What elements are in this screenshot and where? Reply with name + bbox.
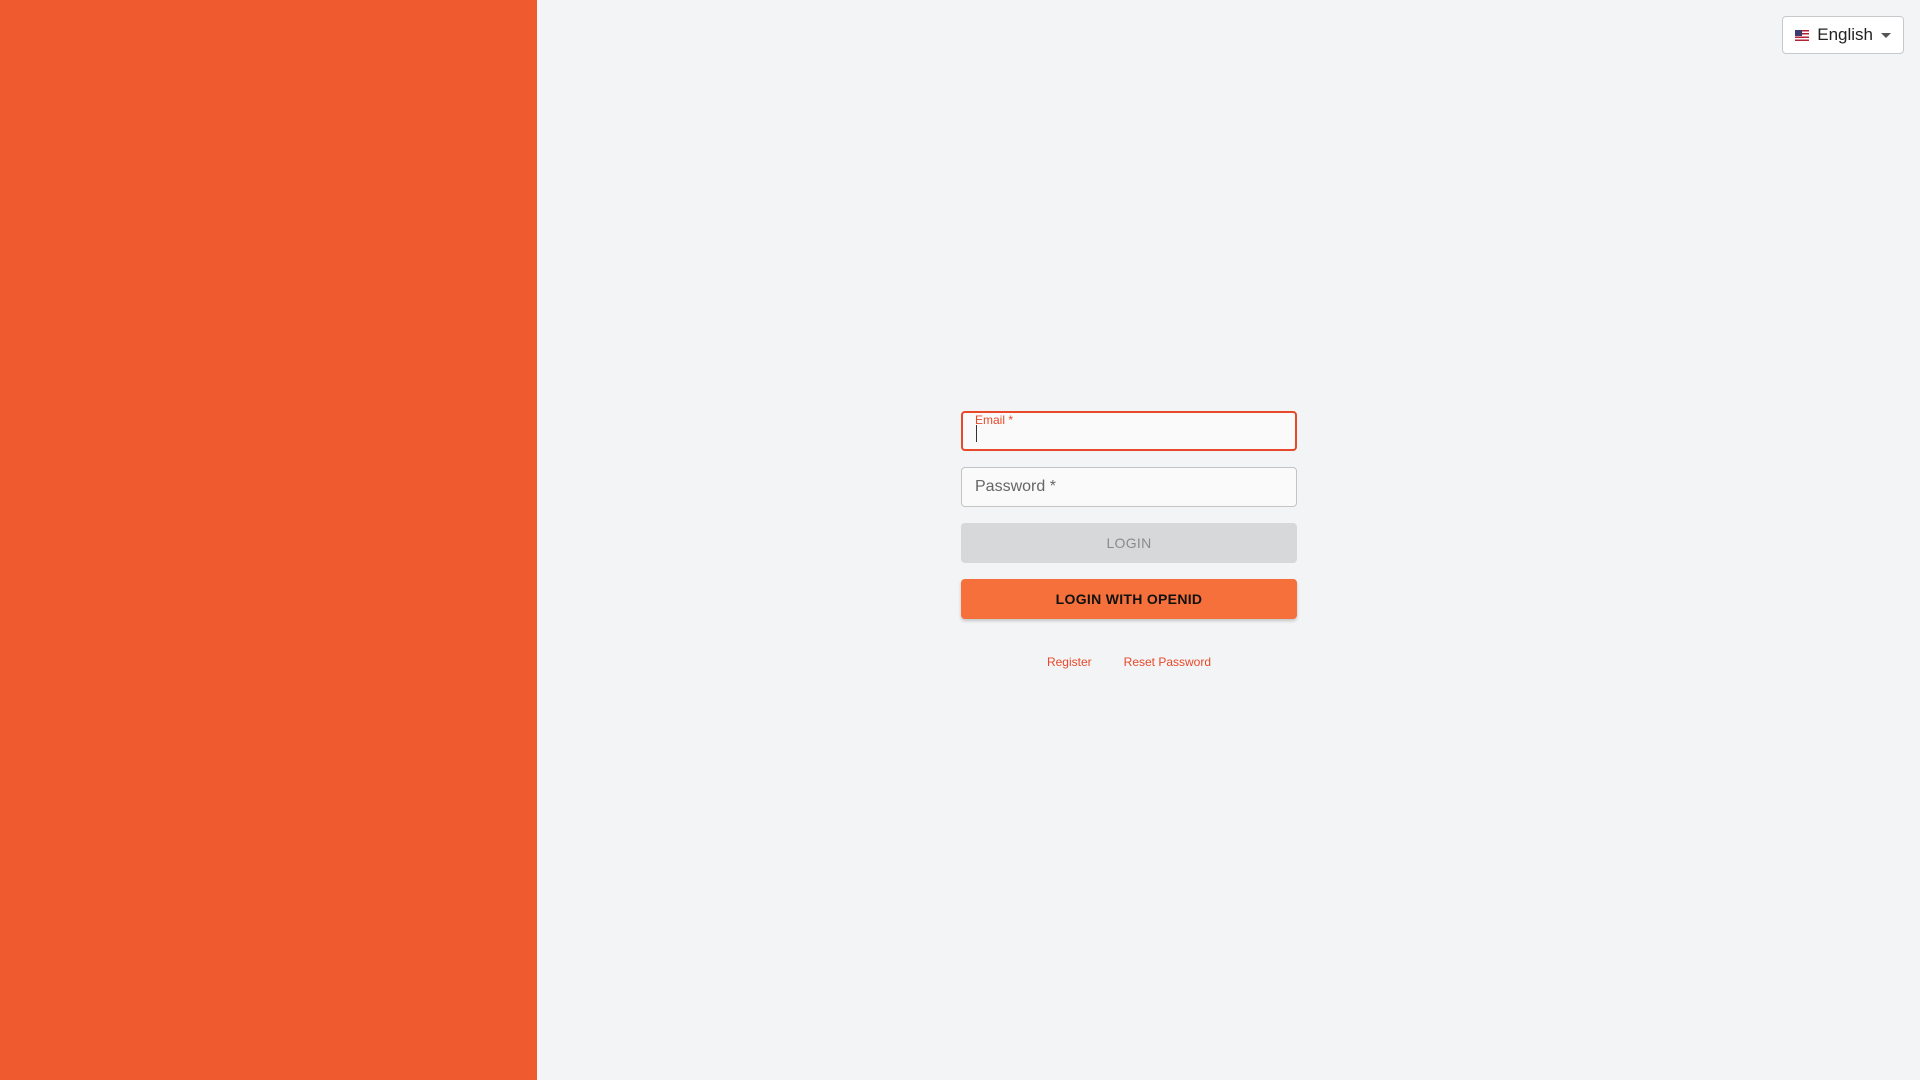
chevron-down-icon — [1881, 32, 1891, 38]
login-form: Email * Password * LOGIN LOGIN WITH OPEN… — [961, 411, 1297, 669]
email-label: Email * — [975, 413, 1014, 427]
language-select[interactable]: English — [1782, 16, 1904, 54]
language-label: English — [1817, 25, 1873, 44]
password-field[interactable]: Password * — [961, 467, 1297, 507]
login-openid-button[interactable]: LOGIN WITH OPENID — [961, 579, 1297, 619]
reset-password-link[interactable]: Reset Password — [1124, 655, 1211, 669]
side-panel — [0, 0, 537, 1080]
login-button[interactable]: LOGIN — [961, 523, 1297, 563]
text-cursor — [976, 425, 977, 442]
us-flag-icon — [1795, 29, 1810, 41]
password-placeholder: Password * — [975, 478, 1056, 495]
auth-links: Register Reset Password — [961, 655, 1297, 669]
register-link[interactable]: Register — [1047, 655, 1092, 669]
email-field[interactable]: Email * — [961, 411, 1297, 451]
